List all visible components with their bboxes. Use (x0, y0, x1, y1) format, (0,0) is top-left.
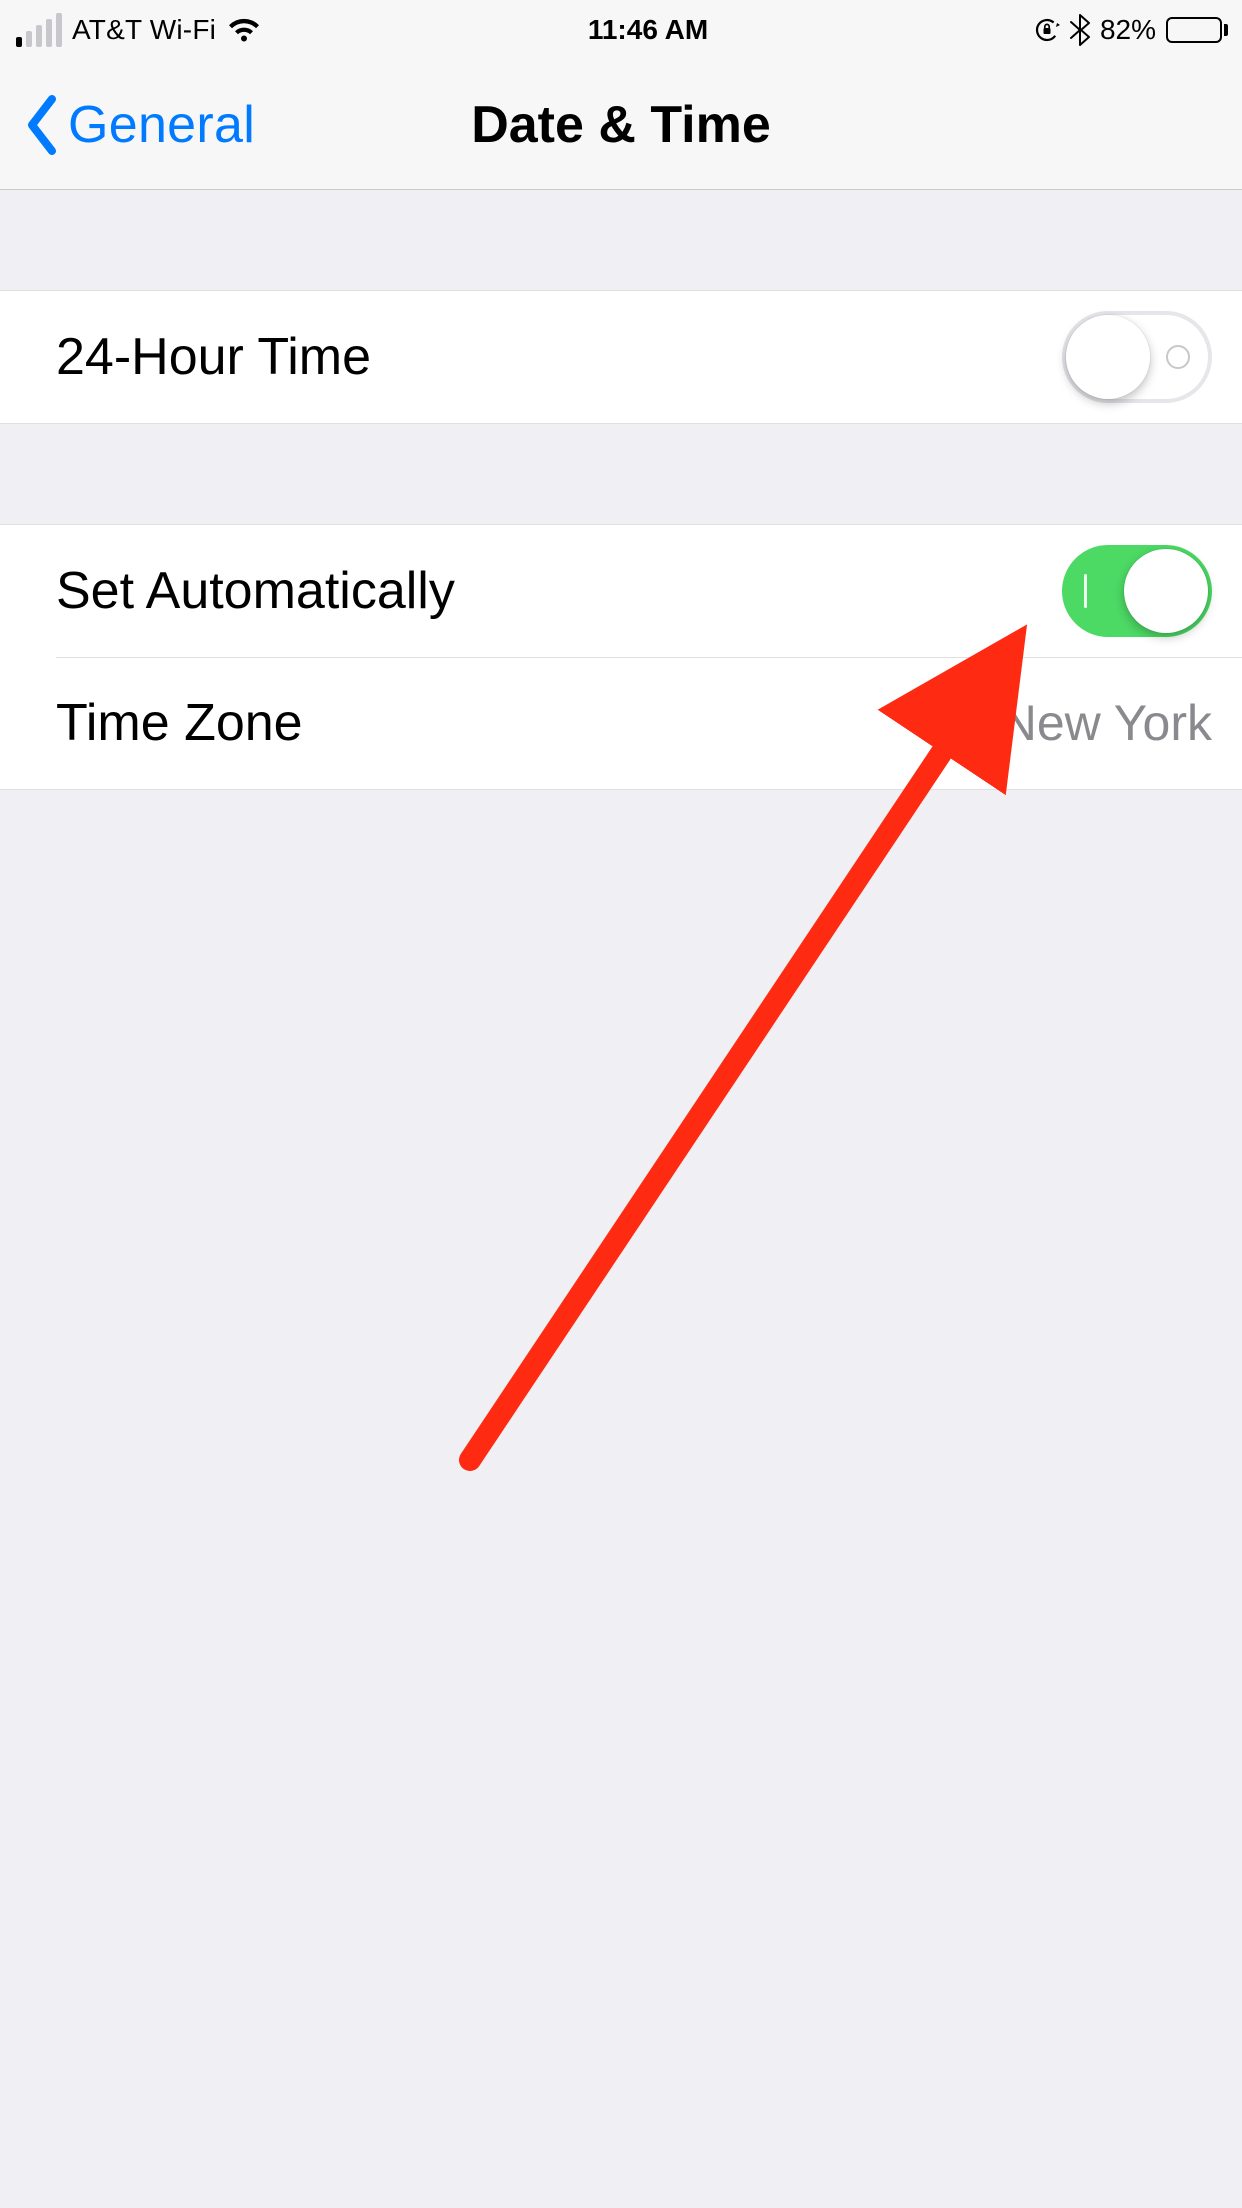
wifi-icon (226, 16, 262, 44)
status-left: AT&T Wi-Fi (16, 13, 262, 47)
battery-icon (1166, 17, 1228, 43)
row-time-zone[interactable]: Time Zone New York (0, 657, 1242, 789)
page-title: Date & Time (0, 95, 1242, 155)
nav-bar: General Date & Time (0, 60, 1242, 190)
status-bar: AT&T Wi-Fi 11:46 AM 82% (0, 0, 1242, 60)
row-set-automatically[interactable]: Set Automatically (0, 525, 1242, 657)
group-gap (0, 424, 1242, 524)
group-auto: Set Automatically Time Zone New York (0, 524, 1242, 790)
row-24-hour-time[interactable]: 24-Hour Time (0, 291, 1242, 423)
orientation-lock-icon (1034, 16, 1060, 44)
status-right: 82% (1034, 14, 1228, 46)
bluetooth-icon (1070, 14, 1090, 46)
status-clock: 11:46 AM (588, 14, 708, 46)
row-label: Set Automatically (56, 561, 1062, 621)
group-gap (0, 190, 1242, 290)
carrier-label: AT&T Wi-Fi (72, 14, 216, 46)
row-label: Time Zone (56, 693, 1001, 753)
switch-24-hour-time[interactable] (1062, 311, 1212, 403)
row-value: New York (1001, 694, 1212, 752)
switch-set-automatically[interactable] (1062, 545, 1212, 637)
row-label: 24-Hour Time (56, 327, 1062, 387)
battery-percent: 82% (1100, 14, 1156, 46)
cellular-signal-icon (16, 13, 62, 47)
group-24hour: 24-Hour Time (0, 290, 1242, 424)
